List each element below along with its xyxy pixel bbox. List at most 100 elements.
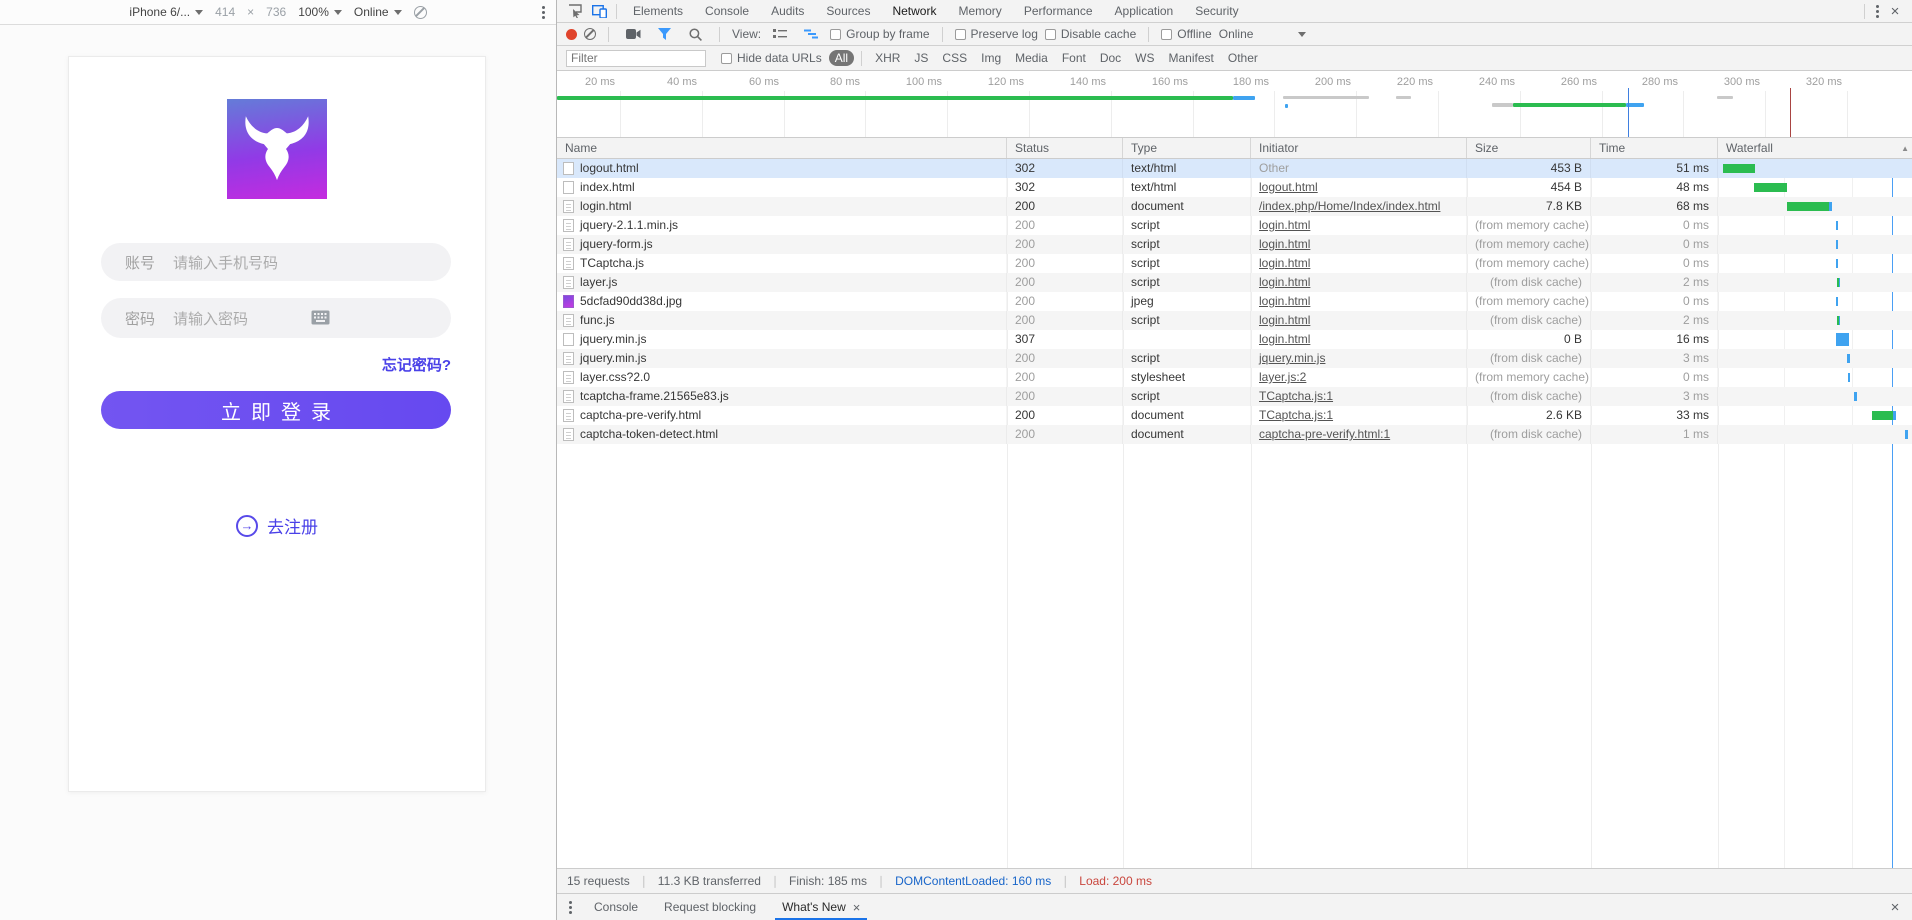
request-row[interactable]: jquery-2.1.1.min.js200scriptlogin.html(f… <box>557 216 1912 235</box>
show-overview-icon[interactable] <box>799 24 823 44</box>
request-row[interactable]: captcha-pre-verify.html200documentTCaptc… <box>557 406 1912 425</box>
filter-type-manifest[interactable]: Manifest <box>1163 50 1220 66</box>
filter-type-img[interactable]: Img <box>975 50 1007 66</box>
filter-input[interactable] <box>566 50 706 67</box>
filter-type-media[interactable]: Media <box>1009 50 1054 66</box>
capture-screenshots-icon[interactable] <box>621 24 645 44</box>
network-overview[interactable]: 20 ms40 ms60 ms80 ms100 ms120 ms140 ms16… <box>557 71 1912 138</box>
initiator-link[interactable]: layer.js:2 <box>1259 370 1306 384</box>
devtools-tabs: ElementsConsoleAuditsSourcesNetworkMemor… <box>622 0 1250 22</box>
filter-type-js[interactable]: JS <box>908 50 934 66</box>
request-row[interactable]: layer.js200scriptlogin.html(from disk ca… <box>557 273 1912 292</box>
drawer-tab-request-blocking[interactable]: Request blocking <box>651 894 769 920</box>
drawer-tab-console[interactable]: Console <box>581 894 651 920</box>
use-large-rows-icon[interactable] <box>768 24 792 44</box>
initiator-link[interactable]: TCaptcha.js:1 <box>1259 408 1333 422</box>
tab-audits[interactable]: Audits <box>760 0 815 22</box>
checkbox[interactable] <box>830 29 841 40</box>
drawer-close-button[interactable]: × <box>1884 899 1906 916</box>
filter-type-other[interactable]: Other <box>1222 50 1264 66</box>
tab-security[interactable]: Security <box>1184 0 1249 22</box>
filter-type-font[interactable]: Font <box>1056 50 1092 66</box>
account-field[interactable]: 账号 请输入手机号码 <box>101 243 451 281</box>
checkbox[interactable] <box>1045 29 1056 40</box>
disable-cache-checkbox[interactable]: Disable cache <box>1045 27 1136 41</box>
initiator-link[interactable]: login.html <box>1259 294 1310 308</box>
group-by-frame-checkbox[interactable]: Group by frame <box>830 27 929 41</box>
device-select[interactable]: iPhone 6/... <box>129 5 203 19</box>
request-row[interactable]: jquery-form.js200scriptlogin.html(from m… <box>557 235 1912 254</box>
inspect-element-icon[interactable] <box>563 1 587 21</box>
column-header-initiator[interactable]: Initiator <box>1251 138 1467 158</box>
request-row[interactable]: logout.html302text/htmlOther453 B51 ms <box>557 159 1912 178</box>
request-row[interactable]: tcaptcha-frame.21565e83.js200scriptTCapt… <box>557 387 1912 406</box>
forgot-password-link[interactable]: 忘记密码? <box>382 354 451 375</box>
tab-network[interactable]: Network <box>881 0 947 22</box>
column-header-status[interactable]: Status <box>1007 138 1123 158</box>
login-button[interactable]: 立即登录 <box>101 391 451 429</box>
column-header-waterfall[interactable]: Waterfall▲ <box>1718 138 1912 158</box>
tab-sources[interactable]: Sources <box>815 0 881 22</box>
tab-memory[interactable]: Memory <box>947 0 1012 22</box>
keyboard-icon[interactable] <box>311 310 330 325</box>
record-network-log-button[interactable] <box>566 29 577 40</box>
preserve-log-checkbox[interactable]: Preserve log <box>955 27 1038 41</box>
request-row[interactable]: jquery.min.js200scriptjquery.min.js(from… <box>557 349 1912 368</box>
device-toolbar-menu-button[interactable] <box>536 4 550 20</box>
request-name: layer.css?2.0 <box>580 368 650 387</box>
request-row[interactable]: captcha-token-detect.html200documentcapt… <box>557 425 1912 444</box>
request-row[interactable]: login.html200document/index.php/Home/Ind… <box>557 197 1912 216</box>
toggle-device-toolbar-icon[interactable] <box>587 1 611 21</box>
filter-type-xhr[interactable]: XHR <box>869 50 906 66</box>
column-header-name[interactable]: Name <box>557 138 1007 158</box>
password-field[interactable]: 密码 请输入密码 <box>101 298 451 338</box>
initiator-link[interactable]: TCaptcha.js:1 <box>1259 389 1333 403</box>
initiator-link[interactable]: jquery.min.js <box>1259 351 1325 365</box>
initiator-link[interactable]: login.html <box>1259 332 1310 346</box>
zoom-select[interactable]: 100% <box>298 5 342 19</box>
initiator-link[interactable]: /index.php/Home/Index/index.html <box>1259 199 1440 213</box>
request-row[interactable]: layer.css?2.0200stylesheetlayer.js:2(fro… <box>557 368 1912 387</box>
hide-data-urls-checkbox[interactable]: Hide data URLs <box>721 51 822 65</box>
initiator-link[interactable]: login.html <box>1259 256 1310 270</box>
viewport-height-field[interactable]: 736 <box>266 5 286 19</box>
request-row[interactable]: TCaptcha.js200scriptlogin.html(from memo… <box>557 254 1912 273</box>
tab-elements[interactable]: Elements <box>622 0 694 22</box>
checkbox[interactable] <box>955 29 966 40</box>
tab-performance[interactable]: Performance <box>1013 0 1104 22</box>
column-header-size[interactable]: Size <box>1467 138 1591 158</box>
drawer-tab-what-s-new[interactable]: What's New× <box>769 894 873 920</box>
column-header-type[interactable]: Type <box>1123 138 1251 158</box>
filter-icon[interactable] <box>652 24 676 44</box>
viewport-width-field[interactable]: 414 <box>215 5 235 19</box>
checkbox[interactable] <box>721 53 732 64</box>
initiator-link[interactable]: login.html <box>1259 313 1310 327</box>
filter-type-all[interactable]: All <box>829 50 854 66</box>
network-throttle-select[interactable]: Online <box>354 5 402 19</box>
initiator-link[interactable]: login.html <box>1259 218 1310 232</box>
request-row[interactable]: func.js200scriptlogin.html(from disk cac… <box>557 311 1912 330</box>
search-icon[interactable] <box>683 24 707 44</box>
devtools-menu-button[interactable] <box>1870 3 1884 19</box>
request-row[interactable]: jquery.min.js307login.html0 B16 ms <box>557 330 1912 349</box>
devtools-close-button[interactable]: × <box>1884 3 1906 20</box>
filter-type-doc[interactable]: Doc <box>1094 50 1127 66</box>
initiator-link[interactable]: logout.html <box>1259 180 1318 194</box>
filter-type-css[interactable]: CSS <box>936 50 973 66</box>
column-header-time[interactable]: Time <box>1591 138 1718 158</box>
throttling-select[interactable]: Online <box>1219 27 1307 41</box>
initiator-link[interactable]: login.html <box>1259 275 1310 289</box>
close-tab-icon[interactable]: × <box>853 900 861 915</box>
tab-console[interactable]: Console <box>694 0 760 22</box>
initiator-link[interactable]: captcha-pre-verify.html:1 <box>1259 427 1390 441</box>
checkbox[interactable] <box>1161 29 1172 40</box>
filter-type-ws[interactable]: WS <box>1129 50 1160 66</box>
request-row[interactable]: index.html302text/htmllogout.html454 B48… <box>557 178 1912 197</box>
go-register-link[interactable]: → 去注册 <box>69 513 485 538</box>
request-row[interactable]: 5dcfad90dd38d.jpg200jpeglogin.html(from … <box>557 292 1912 311</box>
clear-network-log-button[interactable] <box>584 28 596 40</box>
initiator-link[interactable]: login.html <box>1259 237 1310 251</box>
offline-checkbox[interactable]: Offline <box>1161 27 1211 41</box>
tab-application[interactable]: Application <box>1104 0 1185 22</box>
drawer-menu-button[interactable] <box>563 899 577 915</box>
